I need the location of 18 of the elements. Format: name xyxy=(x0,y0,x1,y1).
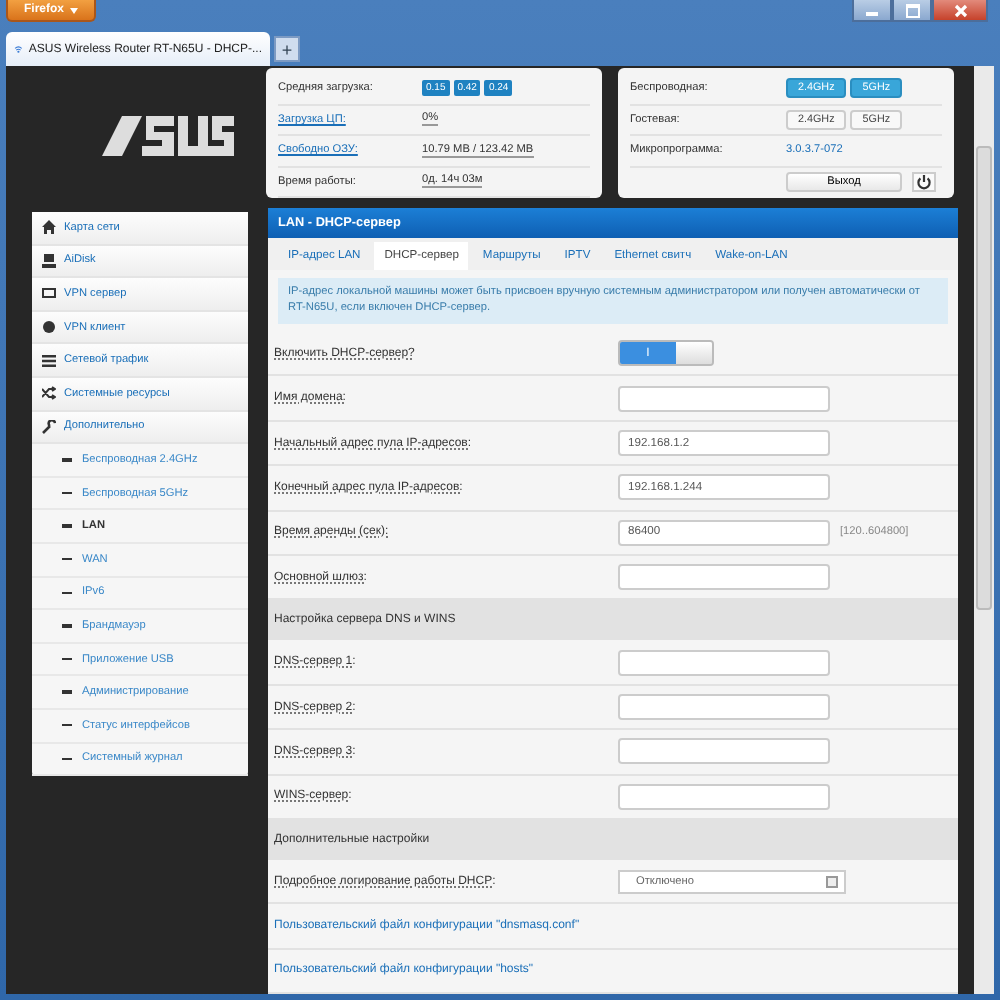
close-icon xyxy=(953,3,967,17)
input-field[interactable] xyxy=(618,385,830,412)
caret-icon xyxy=(70,7,79,13)
input-field[interactable] xyxy=(618,649,830,676)
list-icon xyxy=(42,353,56,368)
input-field[interactable] xyxy=(618,694,830,721)
new-tab-button[interactable]: + xyxy=(274,36,300,62)
scrollbar[interactable] xyxy=(974,66,994,994)
input-field[interactable] xyxy=(618,783,830,810)
shuffle-icon xyxy=(42,386,56,401)
power-button[interactable] xyxy=(912,171,936,192)
home-icon xyxy=(42,220,56,235)
input-field[interactable] xyxy=(618,738,830,765)
input-field[interactable] xyxy=(618,564,830,591)
maximize-button[interactable] xyxy=(892,0,932,22)
close-button[interactable] xyxy=(932,0,988,22)
minimize-button[interactable] xyxy=(852,0,892,22)
wifi-icon xyxy=(14,42,23,56)
